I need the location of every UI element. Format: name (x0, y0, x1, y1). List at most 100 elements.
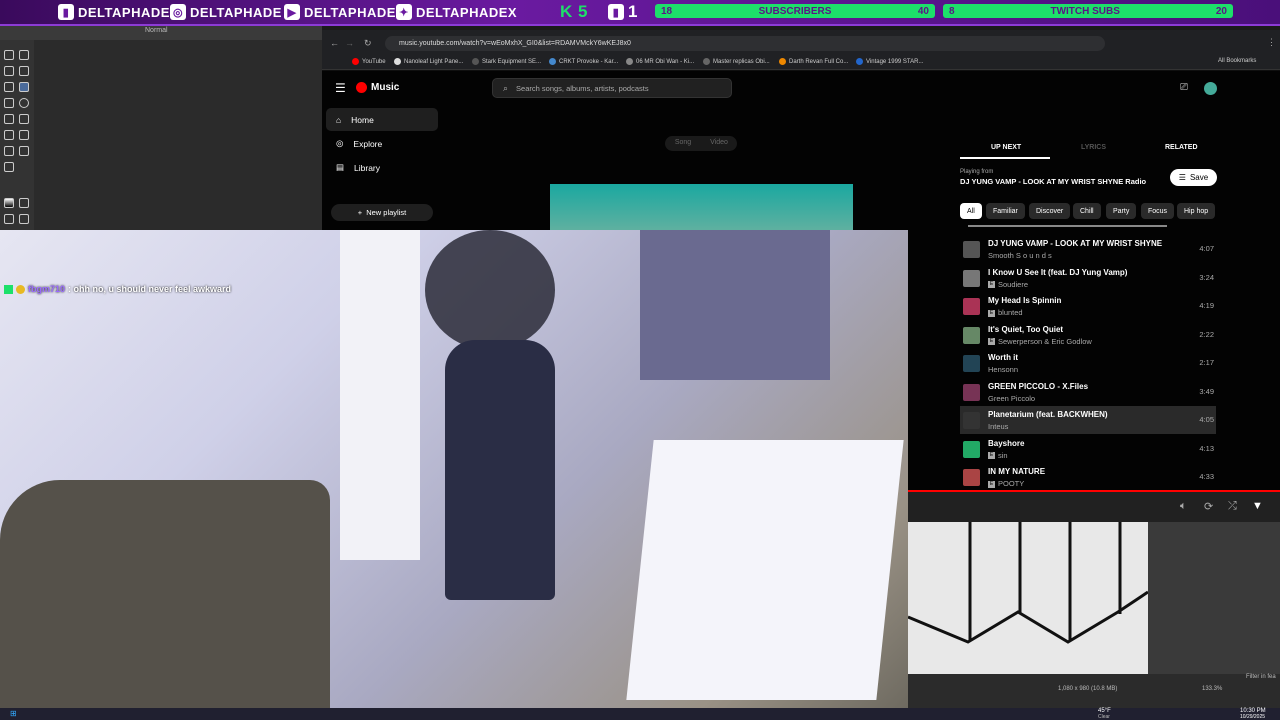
toggle-video[interactable]: Video (701, 136, 737, 151)
zoom-level[interactable]: 133.3% (1202, 686, 1222, 692)
tab-lyrics[interactable]: LYRICS (1081, 144, 1106, 151)
hamburger-menu-icon[interactable]: ☰ (335, 81, 346, 95)
bookmark-darth-revan[interactable]: Darth Revan Full Co... (779, 58, 848, 65)
shelf-unit (340, 230, 420, 560)
pen-tool-icon[interactable] (19, 66, 29, 76)
tab-up-next[interactable]: UP NEXT (991, 144, 1021, 151)
queue-item[interactable]: GREEN PICCOLO - X.Files Green Piccolo 3:49 (960, 378, 1216, 406)
bookmark-label: 06 MR Obi Wan - Ki... (636, 58, 695, 65)
save-button[interactable]: ☰ Save (1170, 169, 1217, 186)
chip-all[interactable]: All (960, 203, 982, 219)
ytmusic-logo[interactable]: Music (356, 82, 399, 93)
start-icon[interactable]: ⊞ (10, 709, 17, 718)
rectangle-tool-icon[interactable] (4, 98, 14, 108)
smart-brush-icon[interactable] (19, 130, 29, 140)
artist-name: Smooth S o u n d s (988, 251, 1052, 260)
cast-icon[interactable]: ⎚ (1180, 82, 1188, 93)
eraser-tool-icon[interactable] (19, 214, 29, 224)
bookmark-stark[interactable]: Stark Equipment SE... (472, 58, 541, 65)
bookmark-nanoleaf[interactable]: Nanoleaf Light Pane... (394, 58, 463, 65)
player-bar: 🔈︎ ⟳ ⤮ ▼ (908, 490, 1280, 522)
tab-related[interactable]: RELATED (1165, 144, 1198, 151)
chip-party[interactable]: Party (1106, 203, 1137, 219)
shuffle-icon[interactable]: ⤮ (1228, 500, 1237, 513)
expand-arrow-icon[interactable]: ▼ (1252, 500, 1263, 512)
explicit-icon: E (988, 338, 995, 346)
toggle-song[interactable]: Song (665, 136, 701, 151)
bezier-tool-icon[interactable] (4, 130, 14, 140)
track-duration: 4:19 (1199, 301, 1214, 310)
new-playlist-label: New playlist (366, 208, 407, 217)
select-tool-icon[interactable] (4, 50, 14, 60)
bookmark-youtube[interactable]: YouTube (352, 58, 386, 65)
artist-name: Hensonn (988, 365, 1019, 374)
brush-tool-icon[interactable] (4, 82, 14, 92)
back-icon[interactable]: ← (330, 38, 339, 48)
handle-text: DELTAPHADEX (416, 4, 518, 20)
freeform-tool-icon[interactable] (19, 114, 29, 124)
queue-item[interactable]: Bayshore Esin 4:13 (960, 435, 1216, 463)
eyedropper-icon[interactable] (19, 198, 29, 208)
radio-name: DJ YUNG VAMP - LOOK AT MY WRIST SHYNE Ra… (960, 177, 1147, 186)
search-input[interactable]: ⌕ Search songs, albums, artists, podcast… (492, 78, 732, 98)
plus-icon: + (357, 208, 363, 217)
text-tool-icon[interactable] (19, 50, 29, 60)
queue-item[interactable]: IN MY NATURE E POOTY 4:33 (960, 463, 1216, 491)
chip-chill[interactable]: Chill (1073, 203, 1101, 219)
chip-familiar[interactable]: Familiar (986, 203, 1025, 219)
bookmark-crkt[interactable]: CRKT Provoke - Kar... (549, 58, 618, 65)
move-tool-icon[interactable] (19, 146, 29, 156)
chip-hiphop[interactable]: Hip hop (1177, 203, 1216, 219)
brush-filter[interactable]: Filter in fea (1246, 674, 1276, 680)
queue-item[interactable]: I Know U See It (feat. DJ Yung Vamp) E Sou… (960, 264, 1216, 292)
repeat-icon[interactable]: ⟳ (1204, 500, 1213, 513)
bookmark-favicon-icon (626, 58, 633, 65)
nav-explore[interactable]: ◎ Explore (326, 132, 438, 155)
track-thumbnail (963, 469, 980, 486)
polygon-tool-icon[interactable] (4, 114, 14, 124)
track-artist: E Sewerperson & Eric Godlow (988, 337, 1092, 346)
chip-discover[interactable]: Discover (1029, 203, 1071, 219)
menu-kebab-icon[interactable]: ⋮ (1267, 37, 1276, 48)
queue-item[interactable]: My Head Is Spinnin Eblunted 4:19 (960, 292, 1216, 320)
bookmark-vintage[interactable]: Vintage 1999 STAR... (856, 58, 923, 65)
chip-focus[interactable]: Focus (1141, 203, 1175, 219)
queue-item[interactable]: Planetarium (feat. BACKWHEN) Inteus 4:05 (960, 406, 1216, 434)
taskbar: ⊞ 45°F Clear 10:30 PM 10/29/2025 (0, 708, 1280, 720)
nav-label: Library (354, 162, 381, 173)
search-icon: ⌕ (503, 82, 509, 93)
track-title: My Head Is Spinnin (988, 296, 1062, 305)
crop-tool-icon[interactable] (4, 162, 14, 172)
bookmark-label: YouTube (362, 58, 386, 65)
nav-library[interactable]: ▤ Library (326, 156, 438, 179)
song-video-toggle[interactable]: Song Video (665, 136, 737, 151)
drawing-canvas[interactable] (907, 522, 1149, 674)
volume-icon[interactable]: 🔈︎ (1180, 500, 1187, 513)
fill-tool-icon[interactable] (4, 214, 14, 224)
all-bookmarks[interactable]: All Bookmarks (1218, 58, 1256, 64)
forward-icon[interactable]: → (345, 38, 354, 48)
queue-item[interactable]: Worth it Hensonn 2:17 (960, 349, 1216, 377)
bookmark-master-replicas[interactable]: Master replicas Obi... (703, 58, 770, 65)
lasso-tool-icon[interactable] (4, 66, 14, 76)
track-thumbnail (963, 241, 980, 258)
url-field[interactable]: music.youtube.com/watch?v=wEoMxhX_GI0&li… (385, 36, 1105, 51)
transform-tool-icon[interactable] (4, 146, 14, 156)
nav-label: Home (351, 114, 374, 125)
queue-item[interactable]: It's Quiet, Too Quiet E Sewerperson & Eric… (960, 321, 1216, 349)
gradient-tool-icon[interactable] (4, 198, 14, 208)
line-tool-icon[interactable] (19, 82, 29, 92)
reload-icon[interactable]: ↻ (364, 38, 372, 49)
avatar[interactable] (1204, 82, 1217, 95)
bookmark-favicon-icon (394, 58, 401, 65)
blend-mode[interactable]: Normal (145, 27, 168, 34)
ellipse-tool-icon[interactable] (19, 98, 29, 108)
all-bookmarks-label: All Bookmarks (1218, 58, 1257, 64)
twitter-icon: ✦ (396, 4, 412, 20)
brush-library-panel (1148, 522, 1280, 674)
nav-home[interactable]: ⌂ Home (326, 108, 438, 131)
queue-item[interactable]: DJ YUNG VAMP - LOOK AT MY WRIST SHYNE Smo… (960, 235, 1216, 263)
chip-scrollbar[interactable] (968, 225, 1167, 227)
bookmark-obiwan[interactable]: 06 MR Obi Wan - Ki... (626, 58, 694, 65)
new-playlist-button[interactable]: + New playlist (331, 204, 433, 221)
